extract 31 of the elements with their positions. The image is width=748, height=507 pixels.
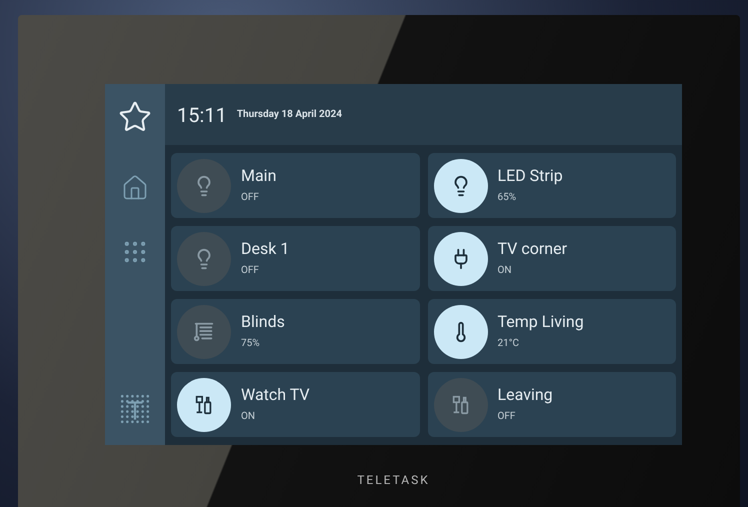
tile-name: LED Strip [498, 166, 563, 186]
tile-name: Temp Living [498, 312, 584, 332]
device-tile[interactable]: Temp Living 21°C [428, 299, 676, 364]
device-tile[interactable]: Blinds 75% [171, 299, 420, 364]
tile-name: Leaving [498, 385, 553, 405]
logo-dots-icon [119, 393, 151, 425]
device-tile[interactable]: Watch TV ON [171, 372, 420, 437]
device-tile[interactable]: Desk 1 OFF [171, 226, 420, 291]
blinds-icon [193, 320, 215, 342]
tile-status: OFF [241, 191, 260, 205]
tile-status: 75% [241, 337, 261, 351]
tile-status: ON [498, 264, 513, 278]
device-tile[interactable]: TV corner ON [428, 226, 676, 291]
tile-name: Desk 1 [241, 239, 290, 259]
tile-status: ON [241, 410, 256, 424]
tile-status: OFF [498, 410, 516, 424]
date-text: Thursday 18 April 2024 [236, 108, 342, 122]
brand-logo-text: TELETASK [357, 472, 430, 489]
device-tile[interactable]: Main OFF [171, 153, 420, 218]
favorites-star-icon[interactable] [118, 100, 152, 134]
clock-time: 15:11 [177, 102, 227, 128]
tile-name: Watch TV [241, 385, 310, 405]
device-tile[interactable]: LED Strip 65% [428, 153, 676, 218]
tile-status: 21°C [498, 337, 520, 351]
tile-name: Main [241, 166, 276, 186]
home-icon[interactable] [121, 174, 149, 202]
device-tile[interactable]: Leaving OFF [428, 372, 676, 437]
tile-name: Blinds [241, 312, 285, 332]
tile-name: TV corner [498, 239, 567, 259]
tile-status: OFF [241, 264, 260, 278]
tile-status: 65% [498, 191, 518, 205]
